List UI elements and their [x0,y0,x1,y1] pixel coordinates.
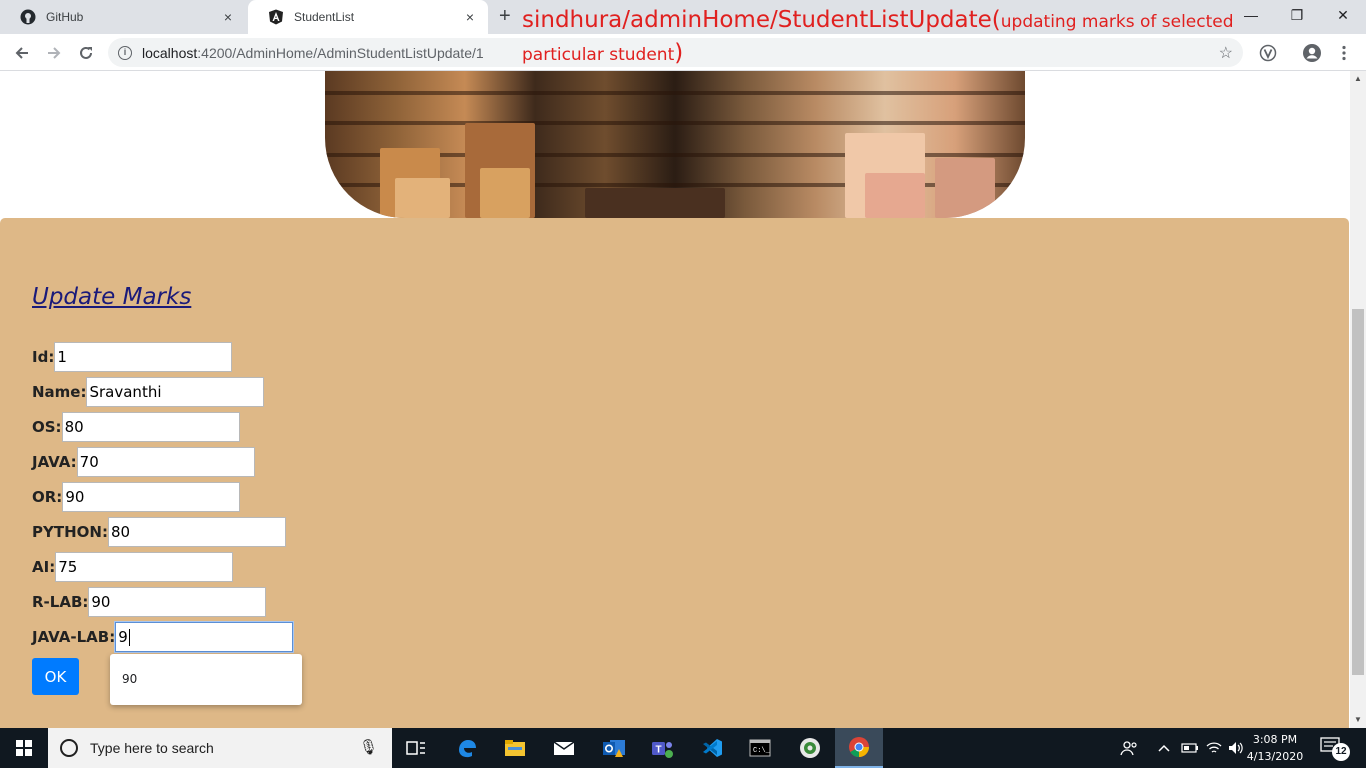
ai-row: AI: 75 [32,552,234,582]
file-explorer-icon[interactable] [491,728,539,768]
people-icon[interactable] [1120,728,1138,768]
os-field[interactable]: 80 [61,412,240,442]
close-icon[interactable]: × [220,9,236,25]
text-caret [128,628,130,646]
java-lab-row: JAVA-LAB: 9 [32,622,294,652]
tab-studentlist[interactable]: StudentList × [248,0,488,34]
windows-taskbar: Type here to search 🎙 T C:\_ 3:08 PM 4/1… [0,728,1366,768]
autocomplete-option[interactable]: 90 [110,654,302,686]
action-center-icon[interactable]: 12 [1320,737,1350,761]
annotation-desc-2: particular student [522,45,675,65]
java-lab-label: JAVA-LAB: [32,628,116,646]
url-path: :4200/AdminHome/AdminStudentListUpdate/1 [197,44,484,61]
vertical-scrollbar[interactable]: ▲ ▼ [1350,71,1366,728]
restore-button[interactable]: ❐ [1274,0,1320,30]
annotation-desc: updating marks of selected [1000,12,1234,32]
r-lab-row: R-LAB: 90 [32,587,267,617]
library-banner-image [325,71,1025,218]
github-icon [20,9,36,25]
id-field[interactable]: 1 [54,342,233,372]
java-label: JAVA: [32,453,77,471]
name-field[interactable]: Sravanthi [86,377,265,407]
r-lab-field[interactable]: 90 [88,587,267,617]
ai-field[interactable]: 75 [55,552,234,582]
ok-button[interactable]: OK [32,658,79,695]
name-row: Name: Sravanthi [32,377,265,407]
tab-title: GitHub [46,10,84,24]
extension-icon[interactable] [1254,39,1282,67]
wifi-icon[interactable] [1206,728,1222,768]
cortana-icon [60,739,78,757]
scroll-thumb[interactable] [1352,309,1364,675]
autocomplete-dropdown: 90 [110,654,302,705]
id-row: Id: 1 [32,342,233,372]
menu-dots-icon[interactable] [1330,39,1358,67]
java-lab-field[interactable]: 9 [115,622,294,652]
battery-icon[interactable] [1181,728,1199,768]
update-marks-panel: Update Marks Id: 1 Name: Sravanthi OS: 8… [0,218,1349,728]
svg-text:C:\_: C:\_ [753,747,771,755]
new-tab-button[interactable]: + [499,6,511,26]
or-field[interactable]: 90 [62,482,241,512]
page-viewport: Update Marks Id: 1 Name: Sravanthi OS: 8… [0,71,1350,728]
volume-icon[interactable] [1228,728,1244,768]
java-field[interactable]: 70 [76,447,255,477]
info-icon[interactable]: i [118,45,132,60]
url-text: localhost:4200/AdminHome/AdminStudentLis… [142,45,484,61]
teams-icon[interactable]: T [638,728,686,768]
os-row: OS: 80 [32,412,240,442]
task-view-icon[interactable] [392,728,440,768]
tab-github[interactable]: GitHub × [0,0,246,34]
clock-time: 3:08 PM [1252,733,1298,746]
python-field[interactable]: 80 [107,517,286,547]
taskbar-clock[interactable]: 3:08 PM 4/13/2020 [1243,731,1307,765]
tab-title: StudentList [294,10,355,24]
notification-badge: 12 [1332,743,1350,761]
window-close-button[interactable]: ✕ [1320,0,1366,30]
outlook-icon[interactable] [590,728,638,768]
ai-label: AI: [32,558,56,576]
java-lab-value: 9 [118,628,128,646]
reload-icon[interactable] [72,39,100,67]
scroll-up-icon[interactable]: ▲ [1350,71,1366,87]
screenshot-annotation: sindhura/adminHome/StudentListUpdate(upd… [522,3,1242,73]
search-placeholder: Type here to search [90,740,214,756]
clock-date: 4/13/2020 [1246,750,1304,763]
or-row: OR: 90 [32,482,241,512]
annotation-close-paren: ) [674,40,684,66]
taskbar-search-box[interactable]: Type here to search 🎙 [48,728,392,768]
or-label: OR: [32,488,63,506]
url-host: localhost [142,44,198,61]
page-title: Update Marks [32,284,192,310]
vscode-icon[interactable] [688,728,736,768]
java-row: JAVA: 70 [32,447,255,477]
annotation-route: sindhura/adminHome/StudentListUpdate( [522,7,1001,33]
scroll-down-icon[interactable]: ▼ [1350,712,1366,728]
forward-arrow-icon[interactable] [40,39,68,67]
microphone-icon[interactable]: 🎙 [359,738,378,756]
python-row: PYTHON: 80 [32,517,286,547]
edge-icon[interactable] [443,728,491,768]
name-label: Name: [32,383,87,401]
angular-icon [268,9,284,25]
svg-text:T: T [655,745,661,756]
id-label: Id: [32,348,55,366]
git-kraken-icon[interactable] [786,728,834,768]
chrome-icon[interactable] [835,728,883,768]
r-lab-label: R-LAB: [32,593,89,611]
terminal-icon[interactable]: C:\_ [736,728,784,768]
chevron-up-icon[interactable] [1158,728,1170,768]
windows-start-icon[interactable] [0,728,48,768]
mail-icon[interactable] [540,728,588,768]
back-arrow-icon[interactable] [8,39,36,67]
close-icon[interactable]: × [462,9,478,25]
python-label: PYTHON: [32,523,108,541]
os-label: OS: [32,418,62,436]
profile-icon[interactable] [1298,39,1326,67]
